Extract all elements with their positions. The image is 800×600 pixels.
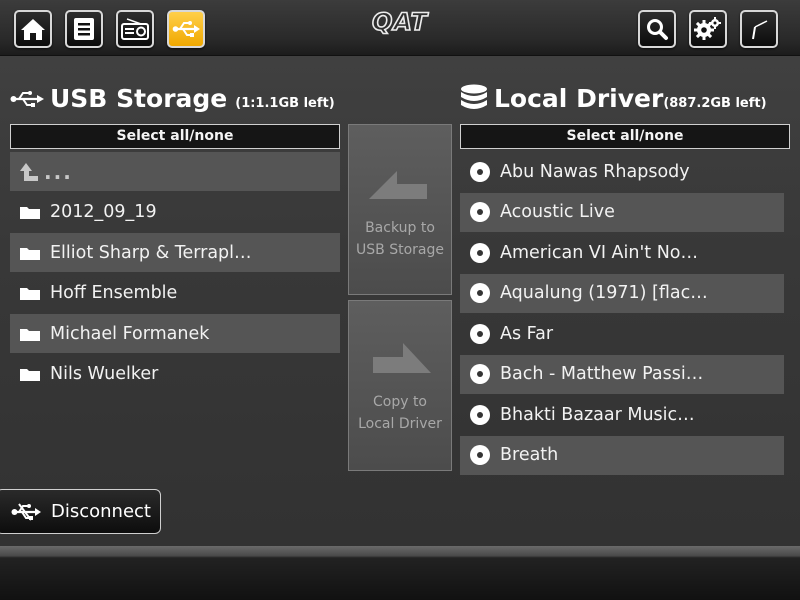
copy-label-line1: Copy to	[372, 394, 428, 410]
folder-icon	[18, 245, 42, 261]
disc-icon	[468, 282, 492, 304]
local-title-text: Local Driver	[494, 84, 664, 113]
disconnect-label: Disconnect	[51, 501, 151, 522]
main-area: USB Storage (1:1.1GB left) Local Driver …	[0, 56, 800, 546]
parent-folder-row[interactable]: ...	[10, 152, 340, 191]
album-name: Acoustic Live	[500, 202, 615, 222]
list-item[interactable]: Michael Formanek	[10, 314, 340, 353]
folder-name: Michael Formanek	[50, 323, 210, 344]
folder-icon	[18, 204, 42, 220]
search-button[interactable]	[638, 10, 676, 48]
usb-disconnect-icon	[11, 502, 41, 521]
arrow-right-icon	[373, 343, 431, 373]
list-item[interactable]: Bhakti Bazaar Music…	[460, 395, 784, 434]
album-name: Breath	[500, 445, 559, 465]
settings-button[interactable]	[689, 10, 727, 48]
list-item[interactable]: Breath	[460, 435, 784, 475]
backup-label-line2: USB Storage	[356, 242, 444, 258]
copy-to-local-button[interactable]: Copy to Local Driver	[348, 300, 452, 471]
disc-icon	[468, 242, 492, 264]
qat-logo: QAT	[350, 8, 450, 36]
usb-file-list: ... 2012_09_19 Elliot Sharp & Terrapl… H…	[10, 152, 340, 395]
list-item[interactable]: Abu Nawas Rhapsody	[460, 152, 784, 191]
list-item[interactable]: Aqualung (1971) [flac…	[460, 273, 784, 313]
album-name: Abu Nawas Rhapsody	[500, 161, 690, 182]
disc-icon	[468, 323, 492, 345]
radio-button[interactable]	[116, 10, 154, 48]
local-album-list: Abu Nawas Rhapsody Acoustic Live America…	[460, 152, 784, 476]
list-item[interactable]: 2012_09_19	[10, 193, 340, 232]
folder-icon	[18, 326, 42, 342]
local-driver-title: Local Driver (887.2GB left)	[460, 84, 767, 114]
list-button[interactable]	[65, 10, 103, 48]
parent-folder-label: ...	[44, 159, 73, 184]
home-icon	[21, 19, 45, 40]
album-name: Bach - Matthew Passi…	[500, 364, 704, 384]
disc-icon	[468, 161, 492, 183]
database-icon	[461, 84, 487, 109]
folder-name: Hoff Ensemble	[50, 283, 178, 303]
usb-storage-title: USB Storage (1:1.1GB left)	[10, 84, 335, 113]
backup-to-usb-button[interactable]: Backup to USB Storage	[348, 124, 452, 295]
radio-icon	[121, 18, 149, 40]
list-item[interactable]: Acoustic Live	[460, 192, 784, 232]
up-arrow-icon	[18, 161, 42, 183]
list-item[interactable]: Elliot Sharp & Terrapl…	[10, 233, 340, 272]
album-name: As Far	[500, 323, 554, 344]
usb-icon	[172, 21, 200, 37]
gear-icon	[694, 17, 721, 40]
folder-icon	[18, 285, 42, 301]
list-item[interactable]: As Far	[460, 314, 784, 353]
home-button[interactable]	[14, 10, 52, 48]
folder-name: Nils Wuelker	[50, 364, 159, 384]
disc-icon	[468, 363, 492, 385]
usb-space-left: (1:1.1GB left)	[235, 96, 335, 111]
signal-button[interactable]	[740, 10, 778, 48]
folder-name: 2012_09_19	[50, 202, 157, 222]
album-name: Aqualung (1971) [flac…	[500, 283, 708, 303]
disconnect-button[interactable]: Disconnect	[0, 489, 161, 534]
usb-icon	[10, 90, 44, 107]
arrow-left-icon	[369, 171, 427, 199]
search-icon	[647, 19, 668, 40]
copy-label-line2: Local Driver	[358, 416, 442, 432]
usb-title-text: USB Storage	[50, 84, 228, 113]
bottom-bar	[0, 546, 800, 600]
list-item[interactable]: Nils Wuelker	[10, 355, 340, 394]
album-name: American VI Ain't No…	[500, 242, 698, 263]
local-space-left: (887.2GB left)	[663, 96, 767, 111]
svg-text:QAT: QAT	[372, 9, 429, 35]
usb-button[interactable]	[167, 10, 205, 48]
list-item[interactable]: Bach - Matthew Passi…	[460, 354, 784, 394]
disc-icon	[468, 404, 492, 426]
signal-icon	[752, 20, 768, 40]
list-item[interactable]: Hoff Ensemble	[10, 274, 340, 313]
local-select-all-button[interactable]: Select all/none	[460, 124, 790, 149]
disc-icon	[468, 444, 492, 466]
list-icon	[74, 18, 94, 40]
disc-icon	[468, 201, 492, 223]
album-name: Bhakti Bazaar Music…	[500, 404, 695, 425]
folder-name: Elliot Sharp & Terrapl…	[50, 242, 252, 263]
folder-icon	[18, 366, 42, 382]
backup-label-line1: Backup to	[365, 220, 435, 236]
usb-select-all-button[interactable]: Select all/none	[10, 124, 340, 149]
top-bar: QAT	[0, 0, 800, 56]
list-item[interactable]: American VI Ain't No…	[460, 233, 784, 272]
